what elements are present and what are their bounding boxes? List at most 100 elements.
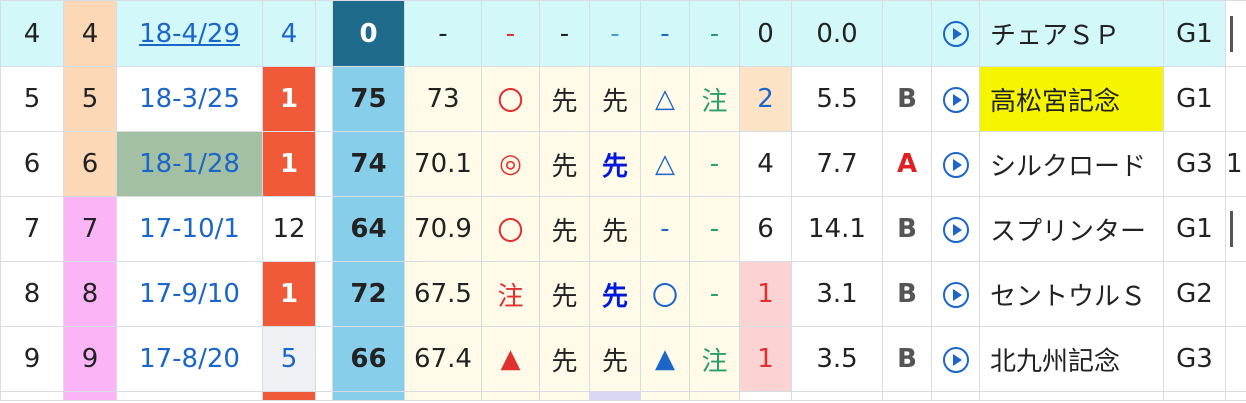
mark-3: 先	[589, 196, 641, 262]
base-value: 73	[404, 66, 482, 132]
extra-column	[1225, 66, 1246, 132]
play-video-button[interactable]	[931, 326, 980, 392]
grade-rating	[882, 0, 932, 67]
odds: 3.1	[791, 261, 883, 327]
race-date-link[interactable]: 17-8/20	[139, 344, 240, 374]
mark-2: 先	[539, 196, 590, 262]
cell	[979, 391, 1164, 401]
base-value: -	[404, 0, 482, 67]
table-row: 4 4 18-4/29 4 0 - - - - - - 0 0.0 チェアＳＰ …	[0, 0, 1246, 67]
cell	[481, 391, 540, 401]
cell	[739, 391, 792, 401]
race-class: G2	[1163, 261, 1226, 327]
finish-position: 1	[262, 66, 316, 132]
horse-number: 7	[0, 196, 64, 262]
mark-4: △	[640, 66, 690, 132]
mark-5: 注	[689, 66, 740, 132]
race-date[interactable]: 18-4/29	[116, 0, 263, 67]
popularity-rank: 0	[739, 0, 792, 67]
base-value: 67.5	[404, 261, 482, 327]
race-date-link[interactable]: 17-9/10	[139, 279, 240, 309]
spacer-cell	[315, 131, 333, 197]
race-name: セントウルＳ	[979, 261, 1164, 327]
horse-number: 8	[0, 261, 64, 327]
cell	[589, 391, 641, 401]
play-circle-icon[interactable]	[942, 281, 969, 308]
race-date[interactable]: 17-10/1	[116, 196, 263, 262]
horse-number: 4	[0, 0, 64, 67]
frame-number: 6	[63, 131, 117, 197]
mark-5: -	[689, 196, 740, 262]
mark-2: 先	[539, 66, 590, 132]
speed-index: 72	[332, 261, 405, 327]
cell	[1225, 391, 1246, 401]
race-class: G3	[1163, 131, 1226, 197]
grade-rating: B	[882, 326, 932, 392]
cell	[882, 391, 932, 401]
finish-position: 12	[262, 196, 316, 262]
mark-2: 先	[539, 326, 590, 392]
play-circle-icon[interactable]	[942, 21, 969, 47]
play-video-button[interactable]	[931, 261, 980, 327]
speed-index: 0	[332, 0, 405, 67]
mark-5: -	[689, 261, 740, 327]
frame-number: 5	[63, 66, 117, 132]
speed-index: 74	[332, 131, 405, 197]
play-video-button[interactable]	[931, 66, 980, 132]
frame-number: 9	[63, 326, 117, 392]
mark-4: △	[640, 131, 690, 197]
column-divider	[1230, 15, 1233, 52]
cell	[404, 391, 482, 401]
table-row-partial	[0, 391, 1246, 401]
extra-column	[1225, 326, 1246, 392]
cell	[116, 391, 263, 401]
popularity-rank: 6	[739, 196, 792, 262]
finish-position: 1	[262, 261, 316, 327]
race-date-link[interactable]: 18-4/29	[139, 19, 240, 49]
mark-3: 先	[589, 66, 641, 132]
mark-1: 注	[481, 261, 540, 327]
finish-position: 1	[262, 131, 316, 197]
finish-position: 4	[262, 0, 316, 67]
race-date[interactable]: 18-3/25	[116, 66, 263, 132]
play-video-button[interactable]	[931, 131, 980, 197]
grade-rating: B	[882, 66, 932, 132]
popularity-rank: 1	[739, 261, 792, 327]
play-circle-icon[interactable]	[942, 151, 969, 178]
cell	[63, 391, 117, 401]
base-value: 67.4	[404, 326, 482, 392]
race-date[interactable]: 17-8/20	[116, 326, 263, 392]
play-circle-icon[interactable]	[942, 346, 969, 373]
table-row: 6 6 18-1/28 1 74 70.1 ◎ 先 先 △ - 4 7.7 A …	[0, 131, 1246, 197]
cell	[539, 391, 590, 401]
race-date-link[interactable]: 18-3/25	[139, 84, 240, 114]
mark-1: -	[481, 0, 540, 67]
play-circle-icon[interactable]	[942, 86, 969, 113]
speed-index: 75	[332, 66, 405, 132]
race-date[interactable]: 17-9/10	[116, 261, 263, 327]
play-video-button[interactable]	[931, 196, 980, 262]
play-video-button[interactable]	[931, 0, 980, 67]
spacer-cell	[315, 196, 333, 262]
odds: 3.5	[791, 326, 883, 392]
race-date-link[interactable]: 18-1/28	[139, 149, 240, 179]
spacer-cell	[315, 326, 333, 392]
odds: 14.1	[791, 196, 883, 262]
mark-4: -	[640, 196, 690, 262]
race-date[interactable]: 18-1/28	[116, 131, 263, 197]
cell	[931, 391, 980, 401]
play-circle-icon[interactable]	[942, 216, 969, 243]
race-name: スプリンター	[979, 196, 1164, 262]
mark-3: 先	[589, 326, 641, 392]
race-name: 北九州記念	[979, 326, 1164, 392]
mark-1: ▲	[481, 326, 540, 392]
mark-5: -	[689, 131, 740, 197]
race-name: チェアＳＰ	[979, 0, 1164, 67]
race-date-link[interactable]: 17-10/1	[139, 214, 240, 244]
table-row: 8 8 17-9/10 1 72 67.5 注 先 先 〇 - 1 3.1 B …	[0, 261, 1246, 327]
race-class: G1	[1163, 66, 1226, 132]
spacer-cell	[315, 261, 333, 327]
extra-column: 1	[1225, 131, 1246, 197]
extra-column	[1225, 261, 1246, 327]
mark-4: -	[640, 0, 690, 67]
